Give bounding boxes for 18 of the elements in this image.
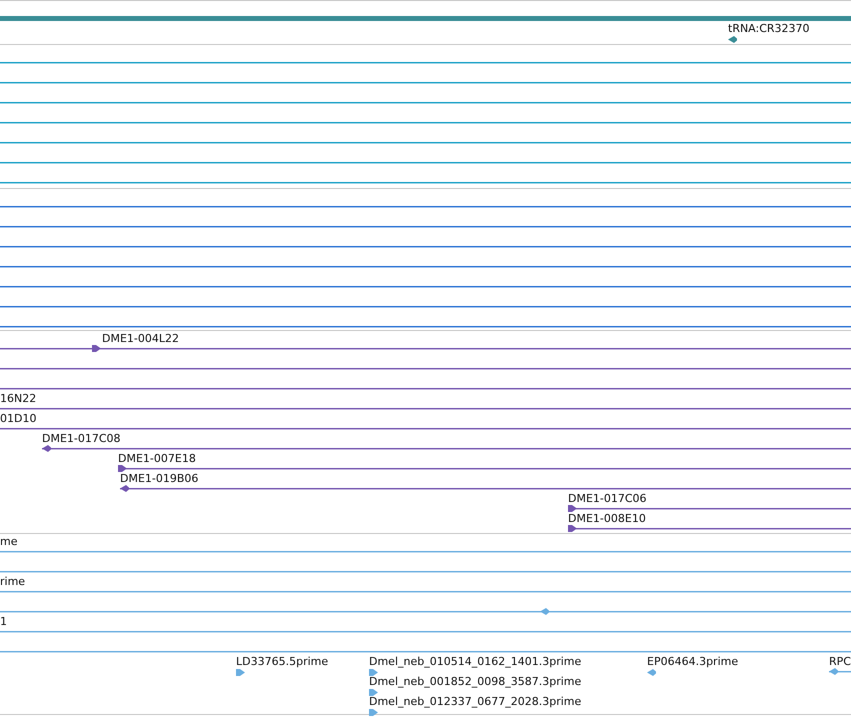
feature-label: me (0, 535, 18, 548)
feature-label: RPC (829, 655, 851, 668)
feature-label: DME1-019B06 (120, 472, 198, 485)
feature-label: DME1-017C08 (42, 432, 121, 445)
feature-label: EP06464.3prime (647, 655, 738, 668)
feature-label: 01D10 (0, 412, 36, 425)
feature-label: Dmel_neb_012337_0677_2028.3prime (369, 695, 582, 708)
feature-label: DME1-008E10 (568, 512, 646, 525)
feature-label: DME1-004L22 (102, 332, 179, 345)
feature-label: 1 (0, 615, 7, 628)
feature-label: Dmel_neb_010514_0162_1401.3prime (369, 655, 582, 668)
feature-label: tRNA:CR32370 (728, 22, 810, 35)
feature-label: DME1-007E18 (118, 452, 196, 465)
feature-label: Dmel_neb_001852_0098_3587.3prime (369, 675, 582, 688)
feature-label: DME1-017C06 (568, 492, 647, 505)
feature-label: LD33765.5prime (236, 655, 328, 668)
feature-label: 16N22 (0, 392, 36, 405)
feature-label: rime (0, 575, 26, 588)
